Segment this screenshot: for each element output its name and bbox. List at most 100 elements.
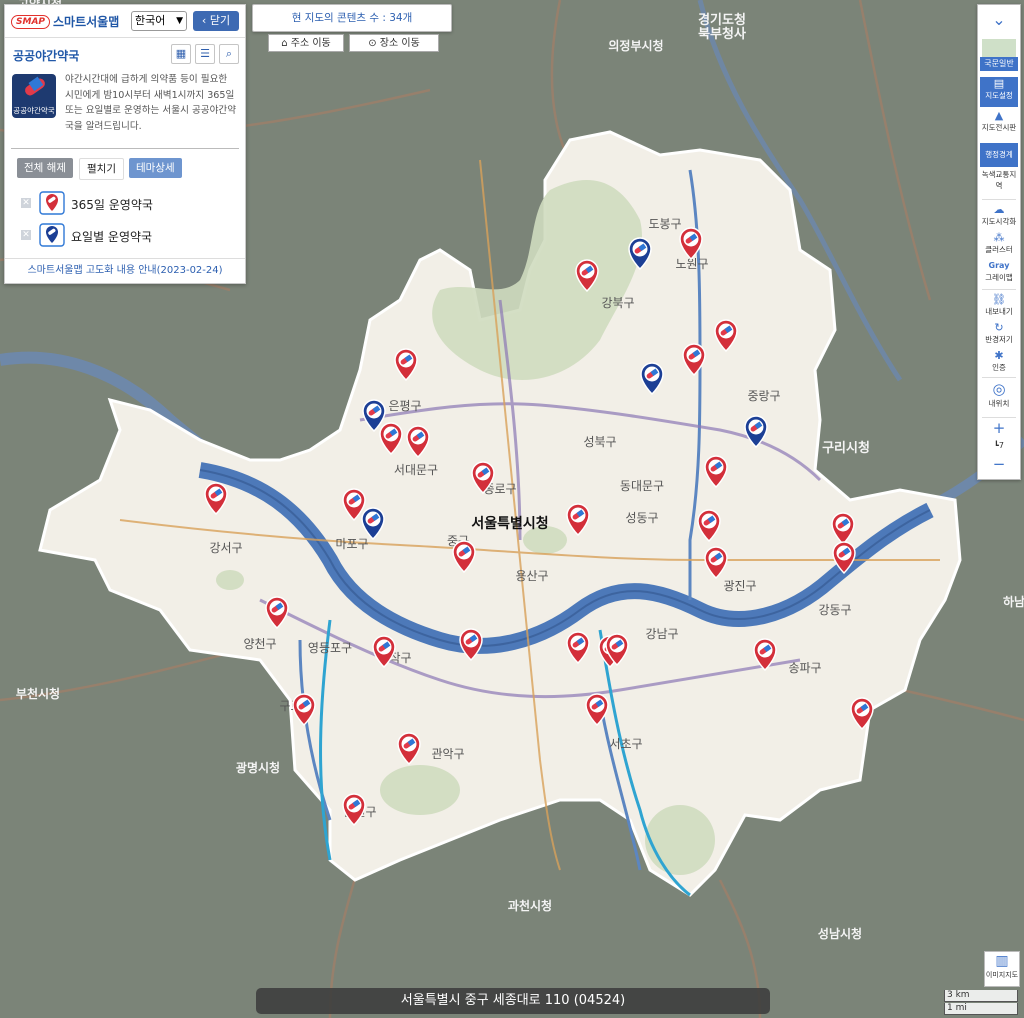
rotate-label: 반경저기 [985,335,1013,344]
gray-map-label: 그레이맵 [985,273,1013,282]
district-label: 양천구 [243,636,276,651]
language-select[interactable]: 한국어 ▼ [131,11,187,31]
remove-icon[interactable]: ✕ [21,230,31,240]
legend-label: 요일별 운영약국 [71,230,153,244]
panel-button-row: 전체 해제 펼치기 테마상세 [5,149,245,189]
district-label: 강남구 [645,627,678,641]
visualize-label: 지도시각화 [981,217,1017,226]
district-label: 성동구 [625,511,658,525]
green-traffic-button[interactable]: 녹색교통지역 [980,169,1018,195]
district-label: 서대문구 [394,463,438,477]
place-move-label: 장소 이동 [379,38,420,49]
district-label: 관악구 [431,747,464,761]
list-icon: ☰ [200,47,210,60]
district-label: 강동구 [818,603,851,617]
address-move-label: 주소 이동 [290,38,331,49]
content-count: 현 지도의 콘텐츠 수 : 34개 [252,4,452,32]
pharmacy-theme-icon: 공공야간약국 [12,74,56,118]
zoom-out-button[interactable]: − [980,455,1018,473]
legend-item-weekday[interactable]: ✕ 요일별 운영약국 [5,221,245,253]
toolbar-collapse-button[interactable]: ⌄ [980,11,1018,31]
brand[interactable]: SMAP 스마트서울맵 [11,13,119,30]
expand-button[interactable]: 펼치기 [79,158,124,180]
cluster-button[interactable]: ⁂ 클러스터 [980,231,1018,257]
my-location-button[interactable]: ◎ 내위치 [980,381,1018,413]
toolbar-divider [982,417,1016,418]
city-label: 하남 [1003,594,1024,609]
rotate-button[interactable]: ↻ 반경저기 [980,321,1018,347]
plus-icon: + [992,419,1006,437]
theme-title-row: 공공야간약국 ▦ ☰ ⌕ [5,37,245,70]
district-label: 마포구 [335,537,368,551]
current-address: 서울특별시 중구 세종대로 110 (04524) [256,988,770,1014]
theme-description-row: 공공야간약국 야간시간대에 급하게 의약품 등이 필요한 시민에게 밤10시부터… [5,70,245,148]
scale-mi: 1 mi [944,1003,1018,1015]
chevron-left-icon: ‹ [201,14,207,27]
gray-map-button[interactable]: Gray 그레이맵 [980,259,1018,285]
language-value: 한국어 [135,14,166,27]
district-label: 서초구 [609,737,642,751]
theme-description: 야간시간대에 급하게 의약품 등이 필요한 시민에게 밤10시부터 새벽1시까지… [65,74,237,132]
list-view-button[interactable]: ☰ [195,44,215,64]
map-settings-button[interactable]: ▤ 지도설정 [980,77,1018,107]
grid-view-button[interactable]: ▦ [171,44,191,64]
export-button[interactable]: ⛓ 내보내기 [980,293,1018,319]
visualize-button[interactable]: ☁ 지도시각화 [980,203,1018,229]
zoom-level-value: 7 [998,441,1004,450]
export-label: 내보내기 [985,307,1013,316]
visualize-icon: ☁ [993,203,1005,216]
legend-item-365[interactable]: ✕ 365일 운영약국 [5,189,245,221]
address-move-button[interactable]: ⌂ 주소 이동 [268,34,344,52]
district-label: 영등포구 [308,641,352,655]
district-label: 중랑구 [747,389,780,403]
minus-icon: − [992,455,1006,473]
login-button[interactable]: ✱ 인증 [980,349,1018,375]
image-map-label: 이미지지도 [985,971,1019,979]
district-label: 동대문구 [620,479,664,493]
right-toolbar: ⌄ 국문일반 ▤ 지도설정 ▲ 지도전시판 행정경계 녹색교통지역 ☁ 지도시각… [977,4,1021,480]
scale-bar: 3 km 1 mi [944,990,1018,1016]
gear-icon: ✱ [994,349,1004,362]
place-move-button[interactable]: ⊙ 장소 이동 [349,34,439,52]
scale-km: 3 km [944,990,1018,1002]
pill-icon [25,76,45,96]
cluster-label: 클러스터 [985,245,1013,254]
clear-all-button[interactable]: 전체 해제 [17,158,73,178]
app-name: 스마트서울맵 [53,15,120,29]
basemap-button[interactable]: 국문일반 [980,39,1018,73]
my-location-label: 내위치 [988,399,1010,408]
toolbar-divider [982,289,1016,290]
theme-panel: SMAP 스마트서울맵 한국어 ▼ ‹ 닫기 공공야간약국 ▦ ☰ ⌕ 공공야간… [4,4,246,284]
city-label: 서울특별시청 [471,515,548,532]
legend: ✕ 365일 운영약국 ✕ 요일별 운영약국 [5,189,245,253]
chevron-down-icon: ▼ [176,16,183,26]
zoom-in-button[interactable]: + [980,419,1018,437]
map-view-button[interactable]: ▲ 지도전시판 [980,109,1018,137]
remove-icon[interactable]: ✕ [21,198,31,208]
map-icon: ▥ [995,953,1009,969]
theme-title: 공공야간약국 [13,49,80,63]
panel-close-button[interactable]: ‹ 닫기 [193,11,239,31]
map-view-label: 지도전시판 [981,123,1017,132]
home-icon: ⌂ [281,38,288,49]
crosshair-icon: ◎ [992,380,1006,398]
admin-boundary-button[interactable]: 행정경계 [980,143,1018,167]
blue-pin-icon [39,223,65,247]
district-label: 강서구 [209,541,242,555]
theme-detail-button[interactable]: 테마상세 [129,158,182,178]
image-map-button[interactable]: ▥ 이미지지도 [984,951,1020,987]
district-label: 용산구 [515,569,548,583]
city-label: 성남시청 [818,926,862,941]
update-notice-link[interactable]: 스마트서울맵 고도화 내용 안내(2023-02-24) [5,258,245,283]
layers-icon: ▤ [993,77,1005,90]
chevron-down-icon: ⌄ [992,10,1006,29]
basemap-thumbnail [982,39,1016,57]
mountain-icon: ▲ [994,109,1004,122]
search-button[interactable]: ⌕ [219,44,239,64]
city-label: 부천시청 [16,686,60,701]
district-label: 노원구 [675,257,708,271]
toolbar-divider [982,199,1016,200]
legend-label: 365일 운영약국 [71,198,153,212]
gray-title: Gray [988,261,1010,270]
district-label: 은평구 [388,399,421,413]
